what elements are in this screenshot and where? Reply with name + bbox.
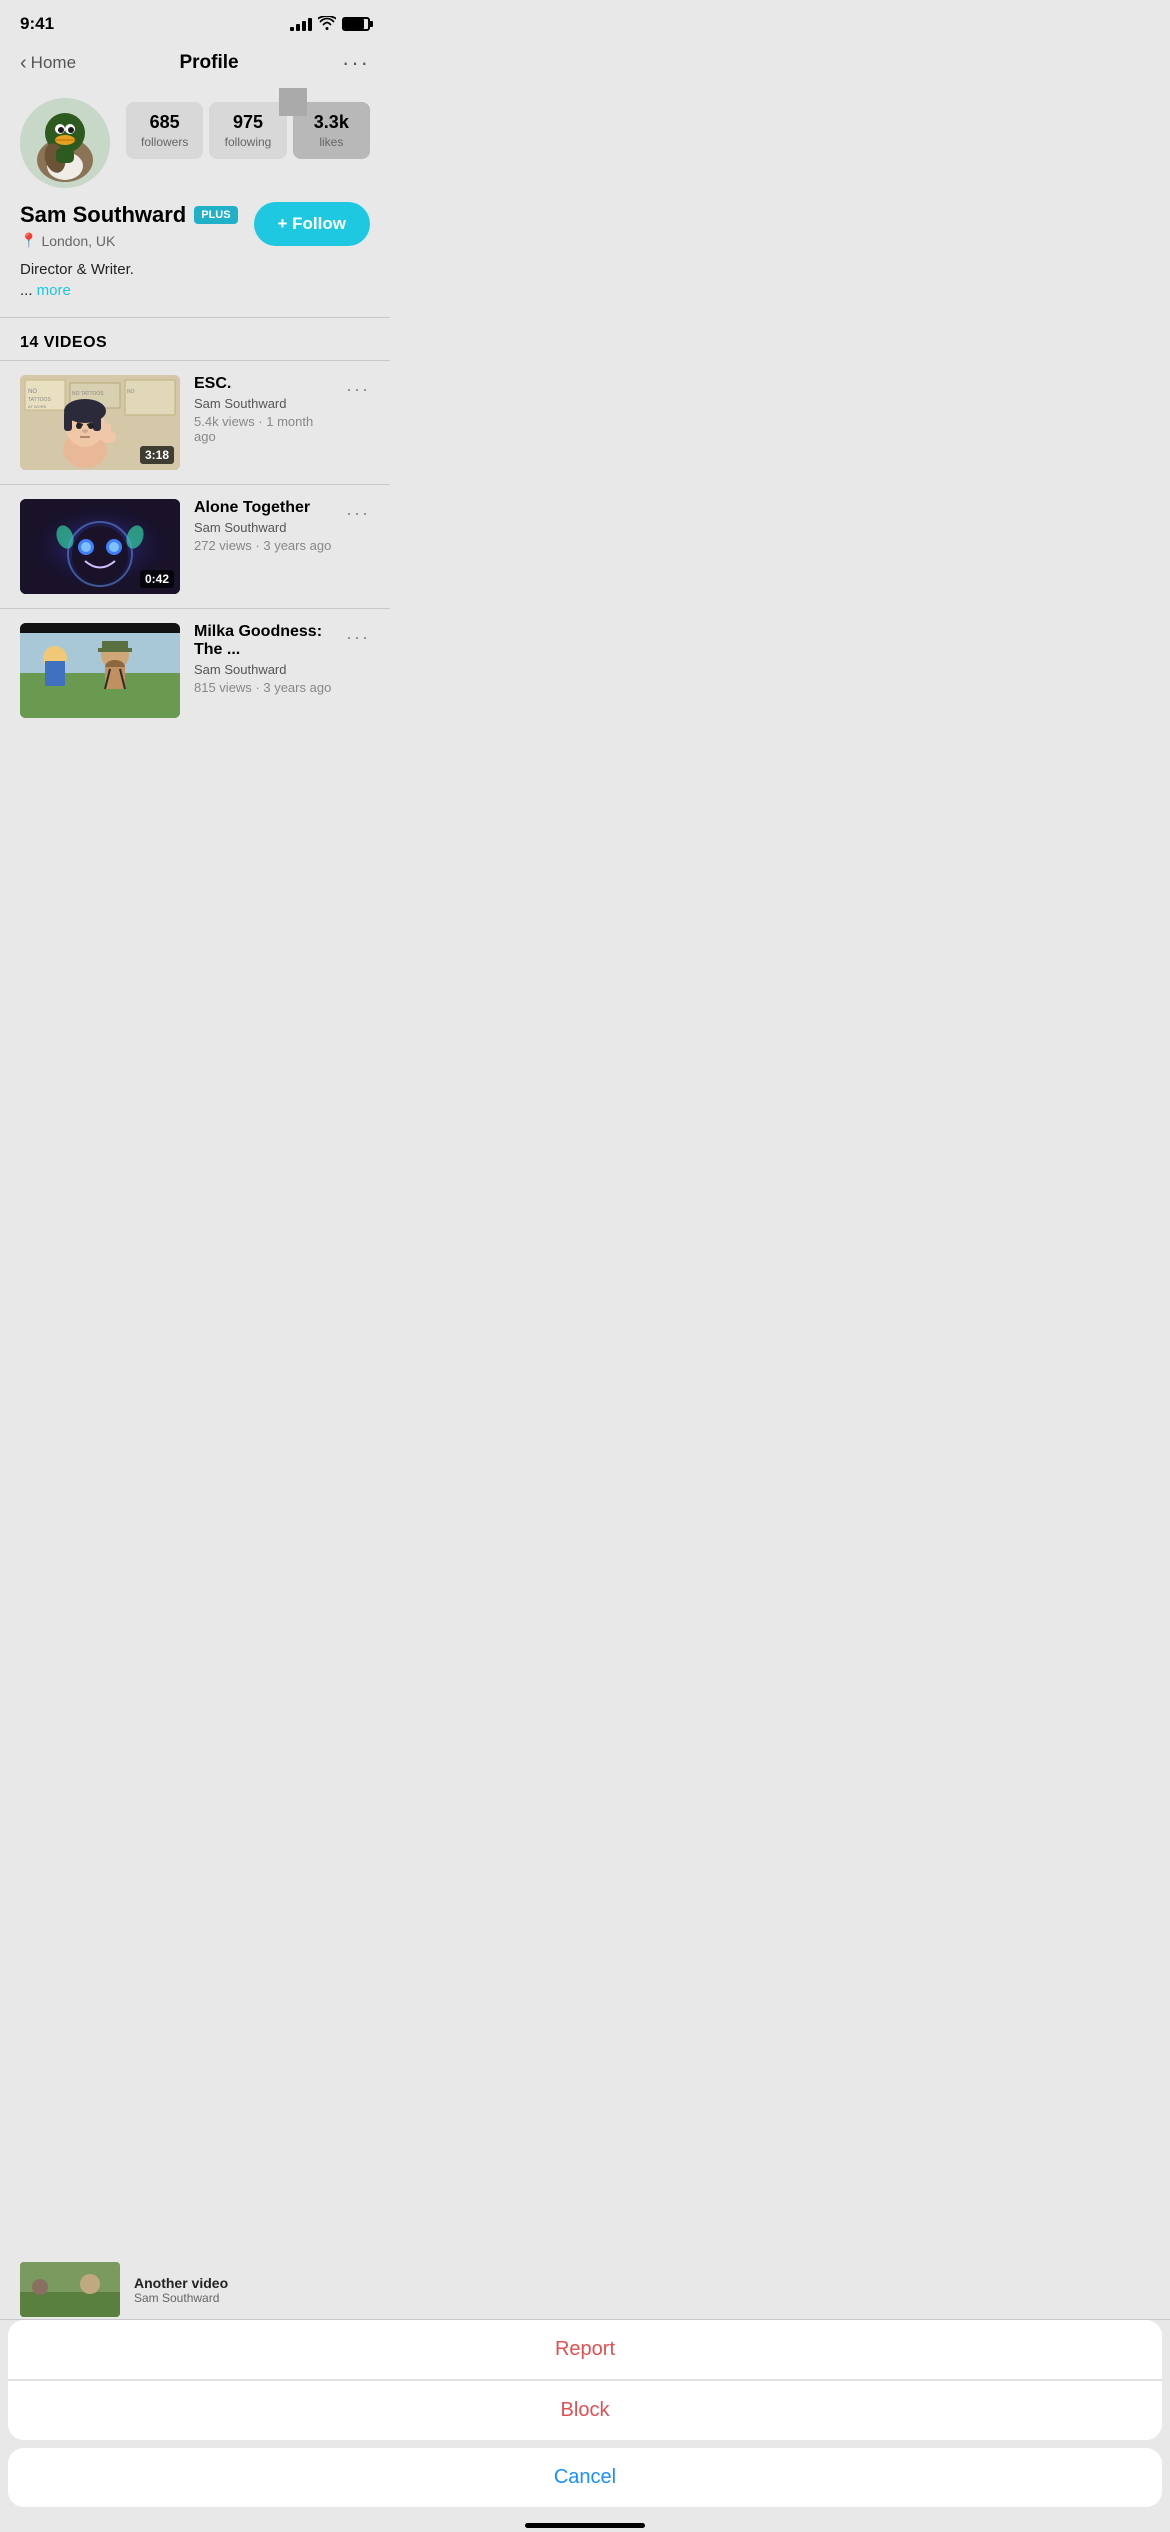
profile-info: Sam Southward PLUS 📍 London, UK + Follow <box>20 202 370 249</box>
video-thumbnail-esc[interactable]: ✕ NO TATTOOS AT WORK NO TATTOOS NO <box>20 375 180 470</box>
location-pin-icon: 📍 <box>20 232 37 249</box>
status-icons <box>290 16 370 33</box>
battery-icon <box>342 17 370 31</box>
video-author-esc: Sam Southward <box>194 396 332 411</box>
follow-button[interactable]: + Follow <box>254 202 370 246</box>
video-more-alone[interactable]: ··· <box>346 503 370 524</box>
page-title: Profile <box>179 52 238 74</box>
svg-text:NO: NO <box>127 389 135 395</box>
status-bar: 9:41 <box>0 0 390 42</box>
back-button[interactable]: ‹ Home <box>20 52 76 75</box>
thumb-esc: ✕ NO TATTOOS AT WORK NO TATTOOS NO <box>20 375 180 470</box>
video-thumbnail-4-partial <box>20 2262 120 2317</box>
video-author-milka: Sam Southward <box>194 662 332 677</box>
following-count: 975 <box>215 112 280 133</box>
video-more-milka[interactable]: ··· <box>346 627 370 648</box>
video-item-milka[interactable]: Milka Goodness: The ... Sam Southward 81… <box>0 609 390 732</box>
profile-name: Sam Southward <box>20 202 186 228</box>
video-duration-esc: 3:18 <box>140 446 174 464</box>
profile-top: 685 followers 975 following 3.3k likes <box>20 98 370 188</box>
following-label: following <box>215 135 280 149</box>
svg-text:AT WORK: AT WORK <box>28 404 47 409</box>
profile-name-area: Sam Southward PLUS 📍 London, UK <box>20 202 242 249</box>
video-meta-esc: 5.4k views · 1 month ago <box>194 414 332 444</box>
back-arrow-icon: ‹ <box>20 52 27 75</box>
video-info-esc: ESC. Sam Southward 5.4k views · 1 month … <box>194 375 332 444</box>
videos-count-header: 14 VIDEOS <box>20 334 107 351</box>
video-item-alone[interactable]: 0:42 Alone Together Sam Southward 272 vi… <box>0 485 390 608</box>
thumb-milka <box>20 623 180 718</box>
home-indicator <box>0 2515 1170 2532</box>
followers-label: followers <box>132 135 197 149</box>
block-button[interactable]: Block <box>8 2380 1162 2440</box>
thumb-alone: 0:42 <box>20 499 180 594</box>
bio-more-link[interactable]: more <box>37 282 71 299</box>
likes-stat[interactable]: 3.3k likes <box>293 102 370 159</box>
avatar <box>20 98 110 188</box>
video-meta-milka: 815 views · 3 years ago <box>194 680 332 695</box>
bio-ellipsis: ... <box>20 282 37 299</box>
followers-count: 685 <box>132 112 197 133</box>
profile-bio: Director & Writer. ... more <box>20 259 370 301</box>
profile-name-row: Sam Southward PLUS <box>20 202 242 228</box>
profile-section: 685 followers 975 following 3.3k likes S… <box>0 88 390 317</box>
video-duration-alone: 0:42 <box>140 570 174 588</box>
video-thumbnail-alone[interactable]: 0:42 <box>20 499 180 594</box>
video-meta-alone: 272 views · 3 years ago <box>194 538 332 553</box>
video-partial-area: Another video Sam Southward <box>0 2260 1170 2320</box>
bio-text: Director & Writer. <box>20 261 134 278</box>
video-thumbnail-milka[interactable] <box>20 623 180 718</box>
back-label: Home <box>31 53 76 73</box>
video-title-milka: Milka Goodness: The ... <box>194 623 332 659</box>
svg-text:NO: NO <box>28 389 37 395</box>
svg-text:TATTOOS: TATTOOS <box>28 397 51 403</box>
likes-count: 3.3k <box>299 112 364 133</box>
likes-label: likes <box>299 135 364 149</box>
svg-text:NO TATTOOS: NO TATTOOS <box>72 391 104 397</box>
nav-bar: ‹ Home Profile ··· <box>0 42 390 88</box>
signal-icon <box>290 18 312 31</box>
action-sheet: Report Block <box>8 2320 1162 2440</box>
action-sheet-cancel: Cancel <box>8 2448 1162 2507</box>
videos-section: 14 VIDEOS <box>0 318 390 360</box>
more-button[interactable]: ··· <box>342 50 370 76</box>
stats-container: 685 followers 975 following 3.3k likes <box>126 102 370 159</box>
video-title-alone: Alone Together <box>194 499 332 517</box>
following-stat[interactable]: 975 following <box>209 102 286 159</box>
video-more-esc[interactable]: ··· <box>346 379 370 400</box>
location-text: London, UK <box>41 233 115 249</box>
video-title-esc: ESC. <box>194 375 332 393</box>
home-bar <box>525 2523 645 2528</box>
profile-location: 📍 London, UK <box>20 232 242 249</box>
cancel-button[interactable]: Cancel <box>8 2448 1162 2507</box>
wifi-icon <box>318 16 336 33</box>
video-author-alone: Sam Southward <box>194 520 332 535</box>
video-item[interactable]: ✕ NO TATTOOS AT WORK NO TATTOOS NO <box>0 361 390 484</box>
followers-stat[interactable]: 685 followers <box>126 102 203 159</box>
video-info-milka: Milka Goodness: The ... Sam Southward 81… <box>194 623 332 695</box>
plus-badge: PLUS <box>194 206 237 224</box>
action-sheet-overlay: Another video Sam Southward Report Block… <box>0 2260 1170 2532</box>
video-info-alone: Alone Together Sam Southward 272 views ·… <box>194 499 332 553</box>
report-button[interactable]: Report <box>8 2320 1162 2379</box>
status-time: 9:41 <box>20 14 54 34</box>
